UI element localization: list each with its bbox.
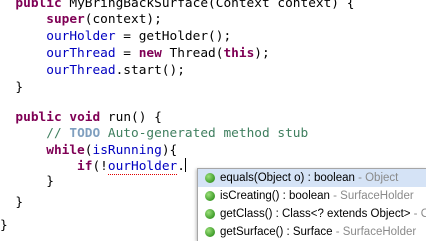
code-token: public (15, 110, 62, 125)
code-token: } (0, 195, 24, 210)
code-token: super (46, 12, 85, 27)
code-line: ourThread.start(); (0, 61, 185, 81)
code-token: new (138, 46, 162, 61)
code-line: } (0, 172, 54, 192)
code-token: while (46, 143, 85, 158)
method-signature: equals(Object o) : boolean (220, 172, 355, 184)
method-signature: isCreating() : boolean (220, 190, 330, 202)
code-token: = getHolder(); (115, 29, 232, 44)
code-token: ){ (161, 143, 178, 158)
code-token: Auto-generated method stub (100, 126, 309, 141)
autocomplete-item[interactable]: equals(Object o) : boolean - Object (198, 169, 426, 187)
method-owner: - SurfaceHolder (332, 226, 417, 238)
code-token: } (0, 80, 24, 95)
code-token: .start(); (115, 63, 185, 78)
code-line: } (0, 78, 23, 98)
method-owner: - Object (413, 208, 426, 220)
autocomplete-item[interactable]: isCreating() : boolean - SurfaceHolder (198, 187, 426, 205)
code-token: } (0, 218, 8, 233)
code-token: (! (92, 159, 108, 174)
code-token: run() { (100, 110, 162, 125)
code-token: void (69, 110, 101, 125)
public-method-icon (205, 173, 215, 183)
code-line: } (0, 216, 8, 236)
text-caret (184, 158, 186, 172)
code-token: // (46, 126, 70, 141)
method-signature: getClass() : Class<? extends Object> (220, 208, 411, 220)
code-token: (context); (84, 12, 162, 27)
code-token: } (0, 174, 54, 189)
code-token: ourThread (46, 63, 116, 78)
public-method-icon (205, 209, 215, 219)
autocomplete-popup[interactable]: equals(Object o) : boolean - Object isCre… (197, 168, 426, 241)
method-signature: getSurface() : Surface (220, 226, 333, 238)
code-line: } (0, 193, 23, 213)
code-token: TODO (69, 126, 101, 141)
method-owner: - SurfaceHolder (329, 190, 414, 202)
code-token: if (77, 159, 93, 174)
code-token: isRunning (92, 143, 162, 158)
autocomplete-item[interactable]: getClass() : Class<? extends Object> - O… (198, 205, 426, 223)
method-owner: - Object (354, 172, 399, 184)
code-token: . (177, 159, 185, 174)
code-token: Thread( (161, 46, 224, 61)
code-token: this (223, 46, 255, 61)
code-token: = (115, 46, 139, 61)
code-token: ourHolder (46, 29, 116, 44)
public-method-icon (205, 227, 215, 237)
autocomplete-item[interactable]: getSurface() : Surface - SurfaceHolder (198, 223, 426, 241)
code-token: ); (254, 46, 270, 61)
public-method-icon (205, 191, 215, 201)
code-token: ourThread (46, 46, 116, 61)
code-token: ourHolder (107, 159, 178, 175)
